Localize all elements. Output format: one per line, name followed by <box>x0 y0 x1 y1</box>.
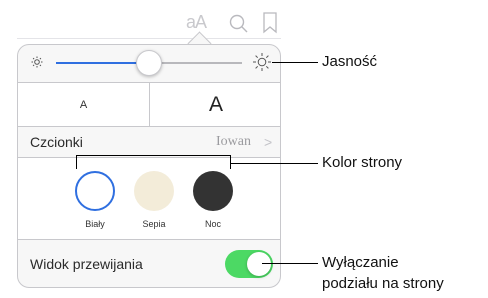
background-divider <box>17 38 281 39</box>
display-settings-popover: A A Czcionki Iowan > Biały Sepia Noc Wid… <box>17 44 281 288</box>
scroll-view-toggle[interactable] <box>225 250 273 278</box>
toggle-knob <box>247 252 271 276</box>
brightness-slider-track <box>149 62 242 64</box>
theme-night-label: Noc <box>204 219 221 229</box>
theme-sepia-label: Sepia <box>142 219 166 229</box>
brightness-callout-line <box>272 62 318 63</box>
page-color-bracket-left <box>76 155 77 169</box>
brightness-low-icon <box>30 55 44 69</box>
page-color-callout: Kolor strony <box>322 154 403 171</box>
bookmark-icon[interactable] <box>262 12 278 34</box>
font-row[interactable]: Czcionki Iowan > <box>18 127 280 157</box>
theme-picker: Biały Sepia Noc <box>18 158 280 239</box>
font-settings-button[interactable]: aA <box>186 12 207 33</box>
scroll-callout-line2: podziału na strony <box>322 275 444 292</box>
theme-white-label: Biały <box>85 219 105 229</box>
scroll-callout-line <box>262 263 318 264</box>
increase-font-size-label: A <box>208 92 223 116</box>
theme-white-swatch[interactable] <box>75 171 115 211</box>
brightness-high-icon <box>252 52 272 72</box>
chevron-right-icon: > <box>264 134 273 150</box>
font-row-label: Czcionki <box>30 134 83 150</box>
font-settings-label: aA <box>186 12 207 32</box>
brightness-slider[interactable] <box>56 49 242 77</box>
font-row-value: Iowan <box>216 134 251 149</box>
brightness-slider-knob[interactable] <box>136 50 162 76</box>
brightness-callout: Jasność <box>322 53 378 70</box>
decrease-font-size-label: A <box>79 98 88 111</box>
search-icon[interactable] <box>228 13 250 35</box>
theme-night-swatch[interactable] <box>193 171 233 211</box>
theme-sepia-swatch[interactable] <box>134 171 174 211</box>
divider <box>18 239 280 240</box>
decrease-font-size-button[interactable]: A <box>18 83 149 126</box>
page-color-callout-line <box>230 163 318 164</box>
page-color-bracket-right <box>230 155 231 169</box>
scroll-view-label: Widok przewijania <box>30 256 143 272</box>
page-color-bracket-top <box>76 155 231 156</box>
increase-font-size-button[interactable]: A <box>150 83 280 126</box>
scroll-callout-line1: Wyłączanie <box>322 254 399 271</box>
